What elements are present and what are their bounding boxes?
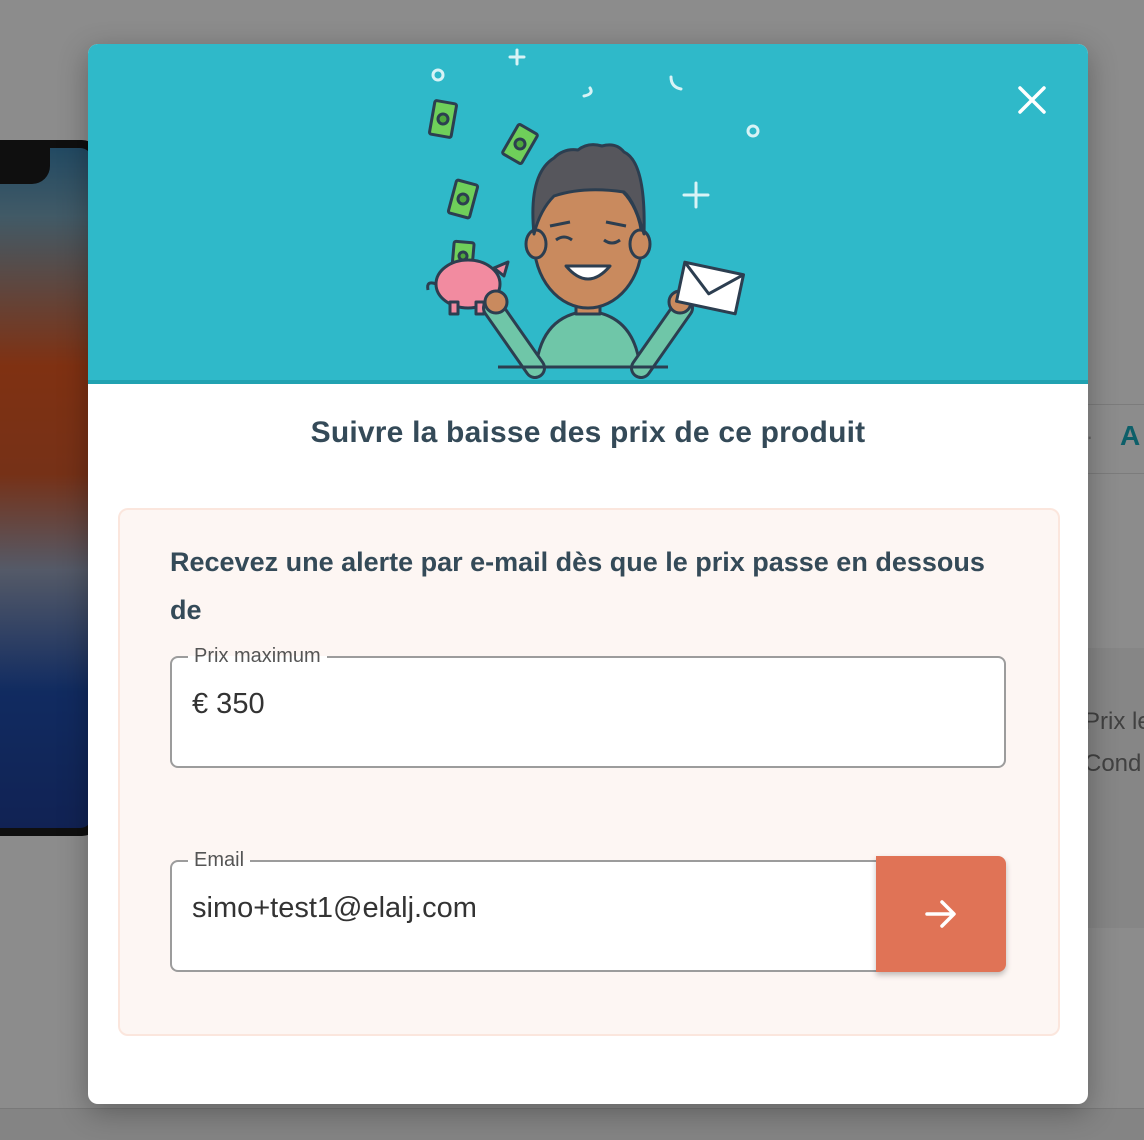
email-field[interactable]: Email (170, 848, 882, 972)
submit-button[interactable] (876, 856, 1006, 972)
alert-form-panel: Recevez une alerte par e-mail dès que le… (118, 508, 1060, 1036)
modal-title: Suivre la baisse des prix de ce produit (310, 416, 866, 449)
modal-header (88, 44, 1088, 384)
savings-illustration (426, 48, 760, 379)
price-alert-modal: Suivre la baisse des prix de ce produit … (88, 44, 1088, 1104)
arrow-right-icon (925, 900, 956, 928)
max-price-input[interactable] (192, 688, 984, 721)
alert-description: Recevez une alerte par e-mail dès que le… (170, 547, 985, 625)
email-label: Email (188, 848, 251, 872)
email-input[interactable] (192, 892, 862, 925)
max-price-label: Prix maximum (188, 644, 327, 668)
close-button[interactable] (1014, 82, 1050, 118)
close-icon (1018, 86, 1046, 114)
max-price-field[interactable]: Prix maximum (170, 644, 1006, 768)
